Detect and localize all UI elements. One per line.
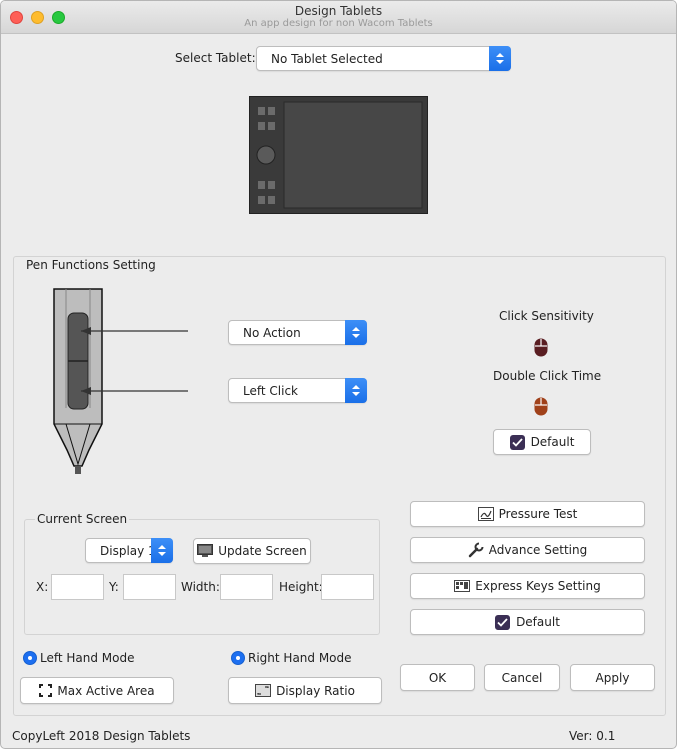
keyboard-icon (454, 580, 471, 592)
click-default-button[interactable]: Default (493, 429, 591, 455)
expand-corners-icon (39, 684, 53, 697)
double-click-time-label: Double Click Time (493, 369, 602, 383)
aspect-ratio-icon (255, 684, 272, 697)
click-default-label: Default (530, 435, 575, 449)
lower-button-action-select[interactable]: Left Click (228, 378, 367, 403)
window-subtitle: An app design for non Wacom Tablets (244, 18, 433, 29)
x-label: X: (36, 580, 49, 594)
display-select[interactable]: Display 1 (85, 538, 173, 563)
wrench-icon (468, 542, 484, 558)
y-field[interactable] (123, 574, 176, 600)
display-ratio-button[interactable]: Display Ratio (228, 677, 382, 704)
apply-button[interactable]: Apply (570, 664, 655, 691)
mouse-icon[interactable] (534, 397, 548, 419)
display-ratio-label: Display Ratio (276, 683, 355, 698)
version-text: Ver: 0.1 (569, 729, 616, 743)
width-field[interactable] (220, 574, 273, 600)
settings-default-button[interactable]: Default (410, 609, 645, 635)
tablet-select[interactable]: No Tablet Selected (256, 46, 511, 71)
tablet-image (249, 96, 428, 214)
express-keys-setting-label: Express Keys Setting (475, 579, 601, 593)
pen-functions-title: Pen Functions Setting (26, 258, 156, 272)
x-field[interactable] (51, 574, 104, 600)
max-active-area-label: Max Active Area (57, 683, 155, 698)
advance-setting-button[interactable]: Advance Setting (410, 537, 645, 563)
pen-illustration (51, 288, 191, 476)
current-screen-title: Current Screen (35, 512, 130, 526)
select-tablet-label: Select Tablet: (175, 51, 256, 65)
checkmark-icon (509, 434, 525, 450)
chevron-updown-icon (345, 378, 367, 403)
checkmark-icon (495, 614, 511, 630)
tablet-select-value: No Tablet Selected (271, 51, 383, 66)
title-bar: Design Tablets An app design for non Wac… (1, 1, 676, 34)
copyright-text: CopyLeft 2018 Design Tablets (12, 729, 191, 743)
display-select-value: Display 1 (100, 543, 156, 558)
height-field[interactable] (321, 574, 374, 600)
update-screen-button[interactable]: Update Screen (193, 538, 311, 564)
chevron-updown-icon (151, 538, 173, 563)
cancel-button[interactable]: Cancel (484, 664, 560, 691)
pressure-test-button[interactable]: Pressure Test (410, 501, 645, 527)
monitor-icon (197, 544, 214, 558)
left-hand-mode-radio[interactable] (23, 651, 37, 665)
upper-button-action-value: No Action (243, 325, 301, 340)
chevron-updown-icon (345, 320, 367, 345)
y-label: Y: (109, 580, 119, 594)
right-hand-mode-radio[interactable] (231, 651, 245, 665)
left-hand-mode-label[interactable]: Left Hand Mode (40, 651, 135, 665)
window-title: Design Tablets (294, 4, 383, 18)
right-hand-mode-label[interactable]: Right Hand Mode (248, 651, 352, 665)
update-screen-label: Update Screen (218, 544, 307, 558)
advance-setting-label: Advance Setting (488, 543, 588, 557)
express-keys-setting-button[interactable]: Express Keys Setting (410, 573, 645, 599)
app-window: Design Tablets An app design for non Wac… (0, 0, 677, 749)
mouse-icon[interactable] (534, 338, 548, 360)
lower-button-action-value: Left Click (243, 383, 298, 398)
max-active-area-button[interactable]: Max Active Area (20, 677, 174, 704)
upper-button-action-select[interactable]: No Action (228, 320, 367, 345)
signature-icon (477, 507, 494, 521)
ok-button[interactable]: OK (400, 664, 475, 691)
width-label: Width: (181, 580, 220, 594)
pressure-test-label: Pressure Test (498, 507, 578, 521)
click-sensitivity-label: Click Sensitivity (499, 309, 594, 323)
height-label: Height: (279, 580, 323, 594)
chevron-updown-icon (489, 46, 511, 71)
settings-default-label: Default (516, 615, 560, 629)
